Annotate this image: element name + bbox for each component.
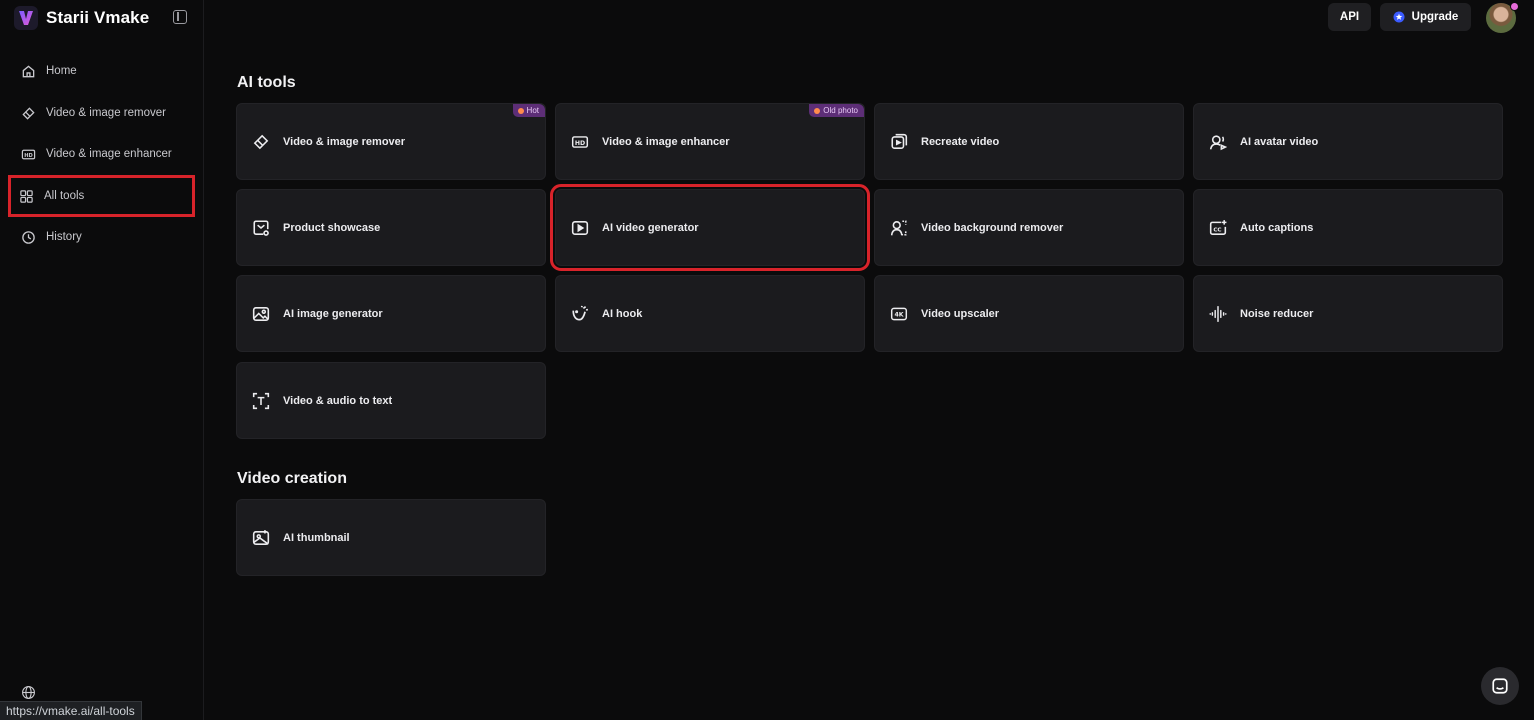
text-icon [252,392,270,409]
sidebar-item-video-image-remover[interactable]: Video & image remover [12,95,192,131]
image-icon [252,306,270,321]
home-icon [22,64,35,77]
sidebar-item-label: Video & image remover [46,107,166,119]
svg-text:HD: HD [575,139,585,146]
sidebar-item-label: All tools [44,190,85,202]
upgrade-star-icon [1393,11,1405,23]
fire-icon [517,107,524,114]
svg-text:4K: 4K [894,311,903,318]
tool-card-label: Video & audio to text [283,394,393,407]
globe-icon[interactable] [21,685,36,700]
hd-icon: HD [21,149,36,159]
play-icon [571,220,589,235]
status-bar-url: https://vmake.ai/all-tools [0,701,142,720]
section-title-ai-tools: AI tools [237,74,296,91]
tool-card-ai-avatar-video[interactable]: AI avatar video [1193,103,1503,180]
section-title-video-creation: Video creation [237,470,347,487]
eraser-icon [22,106,35,120]
tool-card-recreate-video[interactable]: Recreate video [874,103,1184,180]
person-bg-icon [890,219,907,236]
notification-dot [1510,2,1519,11]
recreate-icon [891,133,908,149]
thumbnail-icon [252,529,270,545]
tool-card-label: AI thumbnail [283,531,350,544]
tool-card-ai-thumbnail[interactable]: AI thumbnail [236,499,546,576]
hot-badge: Hot [512,104,545,117]
brand[interactable]: Starii Vmake [14,5,149,31]
sidebar-item-label: Video & image enhancer [46,148,172,160]
badge-label: Old photo [823,106,858,115]
tool-card-label: Noise reducer [1240,307,1314,320]
tool-card-label: Recreate video [921,135,1000,148]
tool-card-label: Auto captions [1240,221,1314,234]
eraser-icon [253,134,269,149]
tool-card-ai-video-generator[interactable]: AI video generator [550,184,870,271]
old-photo-badge: Old photo [809,104,864,117]
tool-card-label: Product showcase [283,221,381,234]
sidebar-item-history[interactable]: History [12,219,192,255]
sidebar-item-label: History [46,231,82,243]
product-icon [253,219,269,236]
hd-icon: HD [571,135,589,148]
tool-card-video-upscaler[interactable]: 4K Video upscaler [874,275,1184,352]
tool-card-ai-hook[interactable]: AI hook [555,275,865,352]
tool-card-video-background-remover[interactable]: Video background remover [874,189,1184,266]
tool-card-product-showcase[interactable]: Product showcase [236,189,546,266]
sidebar-toggle-icon[interactable] [173,10,187,24]
tool-card-label: AI video generator [602,221,699,234]
badge-label: Hot [526,106,539,115]
clock-icon [22,230,35,244]
tool-card-video-audio-to-text[interactable]: Video & audio to text [236,362,546,439]
hook-icon [572,305,589,320]
fire-icon [814,107,821,114]
tool-card-label: Video & image remover [283,135,406,148]
grid-icon [20,189,33,203]
avatar-video-icon [1209,134,1227,150]
sidebar-item-home[interactable]: Home [12,53,192,89]
tool-card-label: AI hook [602,307,643,320]
sidebar-item-video-image-enhancer[interactable]: HD Video & image enhancer [12,136,192,172]
tool-card-label: AI avatar video [1240,135,1319,148]
tool-card-label: AI image generator [283,307,383,320]
vmake-logo-icon [14,6,38,30]
chat-support-button[interactable] [1481,667,1519,705]
tool-card-label: Video & image enhancer [602,135,730,148]
sidebar-item-all-tools[interactable]: All tools [8,175,195,217]
tool-card-label: Video upscaler [921,307,1000,320]
sidebar: Starii Vmake Home Video & image remover … [0,0,204,720]
chat-icon [1492,678,1508,694]
brand-name: Starii Vmake [46,8,150,27]
captions-icon: CC [1209,219,1227,235]
api-button[interactable]: API [1328,3,1371,31]
tool-card-noise-reducer[interactable]: Noise reducer [1193,275,1503,352]
svg-text:HD: HD [24,152,33,158]
waveform-icon [1209,305,1227,322]
upgrade-button[interactable]: Upgrade [1380,3,1471,31]
upgrade-label: Upgrade [1411,11,1459,23]
tool-card-video-image-enhancer[interactable]: HD Video & image enhancer Old photo [555,103,865,180]
tool-card-label: Video background remover [921,221,1064,234]
svg-text:CC: CC [1213,227,1221,233]
tool-card-video-image-remover[interactable]: Video & image remover Hot [236,103,546,180]
sidebar-item-label: Home [46,65,77,77]
tool-card-ai-image-generator[interactable]: AI image generator [236,275,546,352]
tool-card-auto-captions[interactable]: CC Auto captions [1193,189,1503,266]
4k-icon: 4K [890,307,908,320]
